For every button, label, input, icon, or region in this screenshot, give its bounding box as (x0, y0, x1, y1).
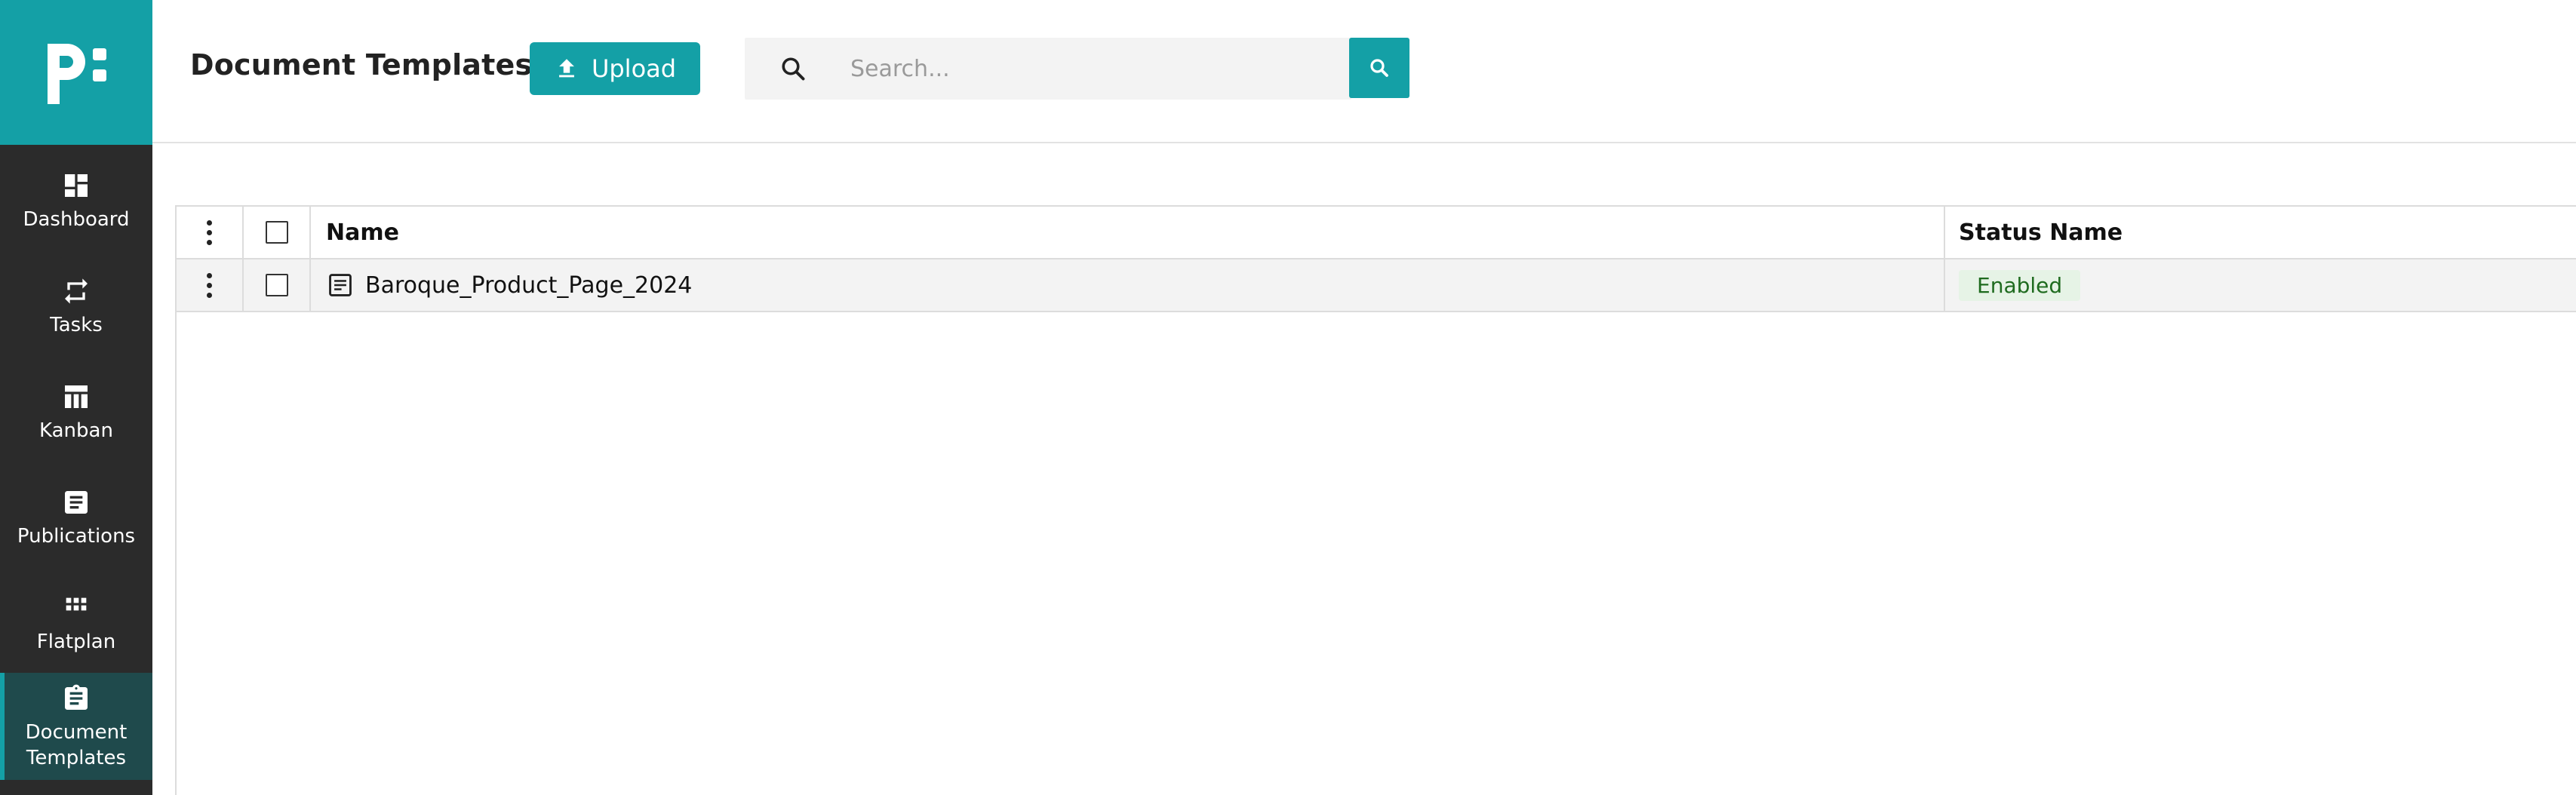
template-name: Baroque_Product_Page_2024 (365, 272, 693, 299)
sidebar-item-publications[interactable]: Publications (0, 465, 152, 570)
column-menu-button[interactable] (177, 207, 244, 258)
sidebar-item-document-templates[interactable]: Document Templates (0, 673, 152, 780)
table-header-row: Name Status Name (177, 207, 2576, 259)
document-icon (326, 271, 355, 299)
search-icon (782, 57, 805, 81)
dashboard-icon (60, 169, 93, 202)
search-box (745, 38, 1351, 100)
sidebar-item-flatplan[interactable]: Flatplan (0, 570, 152, 676)
status-badge: Enabled (1959, 269, 2081, 301)
document-text-icon (60, 486, 93, 519)
sidebar-item-tasks[interactable]: Tasks (0, 253, 152, 359)
column-header-name[interactable]: Name (311, 207, 1945, 258)
sidebar-item-label: Dashboard (23, 208, 130, 231)
app-root: Dashboard Tasks Kanban Publications Flat (0, 0, 2576, 795)
sidebar-item-dashboard[interactable]: Dashboard (0, 148, 152, 253)
upload-icon (559, 59, 574, 78)
kanban-board-icon (60, 380, 93, 413)
upload-button-label: Upload (591, 54, 677, 83)
grid-icon (60, 591, 93, 625)
row-checkbox[interactable] (265, 274, 288, 296)
swap-arrows-icon (60, 275, 93, 308)
sidebar-item-label: Publications (17, 525, 136, 548)
app-logo[interactable] (0, 0, 152, 145)
p-colon-logo-icon (48, 44, 106, 104)
more-vertical-icon (207, 219, 212, 245)
sidebar-item-label: Document Templates (25, 721, 128, 769)
search-icon (1370, 59, 1388, 77)
sidebar: Dashboard Tasks Kanban Publications Flat (0, 0, 152, 795)
row-checkbox-cell (244, 259, 311, 311)
select-all-checkbox[interactable] (265, 221, 288, 244)
page-header: Document Templates Upload (152, 0, 2576, 143)
page-title: Document Templates (190, 48, 533, 81)
clipboard-icon (60, 682, 93, 715)
sidebar-item-label: Flatplan (36, 631, 116, 653)
row-menu-button[interactable] (177, 259, 244, 311)
select-all-checkbox-cell (244, 207, 311, 258)
column-header-label: Status Name (1959, 219, 2123, 246)
search-input[interactable] (850, 50, 1303, 87)
column-header-status[interactable]: Status Name (1945, 207, 2576, 258)
column-header-label: Name (326, 219, 399, 246)
sidebar-item-kanban[interactable]: Kanban (0, 359, 152, 465)
table-row[interactable]: Baroque_Product_Page_2024 Enabled (177, 259, 2576, 312)
row-status-cell: Enabled (1945, 259, 2576, 311)
row-name-cell[interactable]: Baroque_Product_Page_2024 (311, 259, 1945, 311)
upload-button[interactable]: Upload (530, 42, 700, 95)
templates-table: Name Status Name Baroque_Product_Page_20… (175, 205, 2576, 795)
sidebar-item-label: Tasks (50, 314, 103, 336)
more-vertical-icon (207, 272, 212, 298)
search-submit-button[interactable] (1349, 38, 1409, 98)
sidebar-item-label: Kanban (39, 419, 113, 442)
